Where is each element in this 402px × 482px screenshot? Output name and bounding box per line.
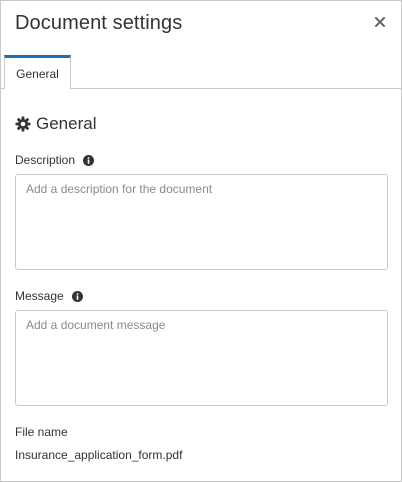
dialog-title: Document settings	[15, 12, 183, 34]
tab-bar: General	[1, 55, 401, 90]
gear-icon	[15, 116, 31, 132]
message-label: Message	[15, 289, 64, 303]
section-heading: General	[15, 113, 96, 135]
description-label-row: Description	[15, 152, 95, 168]
close-icon	[375, 17, 385, 27]
description-input[interactable]	[15, 174, 388, 270]
file-name-value: Insurance_application_form.pdf	[15, 448, 183, 462]
message-info-icon[interactable]	[71, 290, 83, 302]
document-settings-dialog: Document settings General General Descri…	[0, 0, 402, 482]
tab-general-label: General	[16, 67, 59, 81]
message-label-row: Message	[15, 288, 83, 304]
message-input[interactable]	[15, 310, 388, 406]
tab-general[interactable]: General	[4, 55, 71, 89]
section-title: General	[36, 114, 97, 133]
description-info-icon[interactable]	[83, 154, 95, 166]
file-name-label: File name	[15, 425, 68, 439]
active-tab-underline-cover	[5, 88, 70, 90]
close-button[interactable]	[373, 15, 387, 29]
description-label: Description	[15, 153, 76, 167]
dialog-header: Document settings	[1, 1, 401, 55]
